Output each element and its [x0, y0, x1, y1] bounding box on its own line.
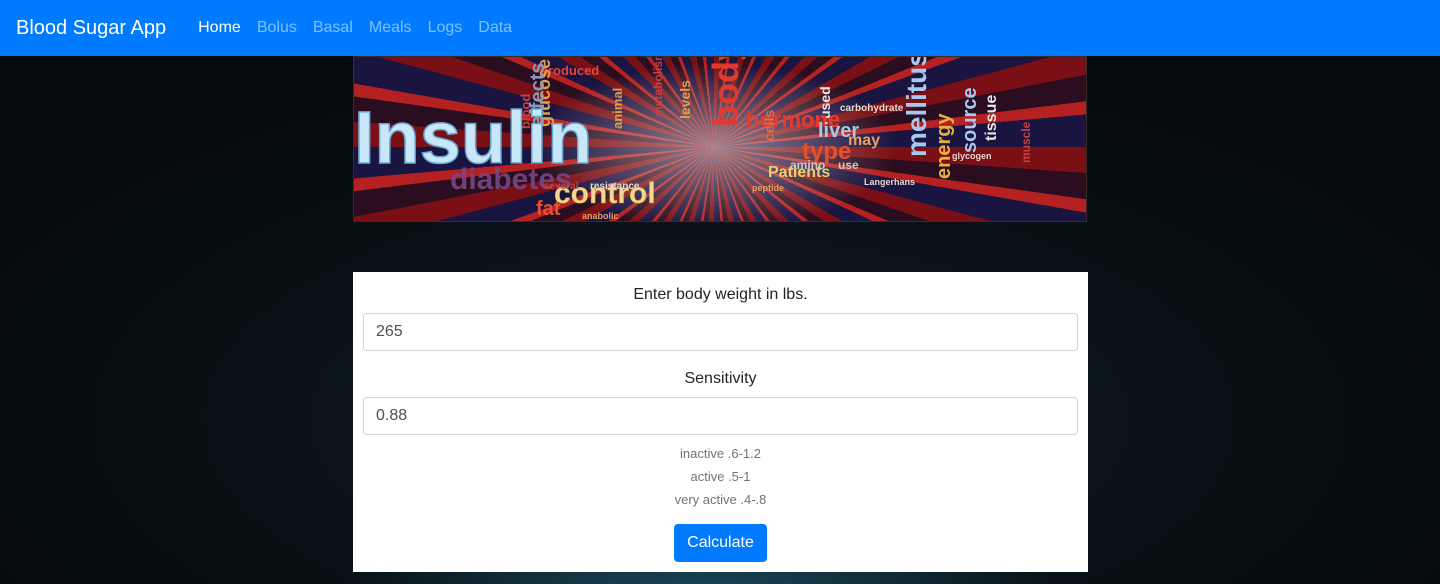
- word-several: several: [544, 181, 579, 192]
- word-glycogen: glycogen: [952, 151, 992, 161]
- nav-link-logs[interactable]: Logs: [420, 19, 471, 37]
- navbar: Blood Sugar App Home Bolus Basal Meals L…: [0, 0, 1440, 56]
- word-levels: levels: [677, 80, 693, 119]
- nav-links: Home Bolus Basal Meals Logs Data: [190, 19, 520, 37]
- calculate-button[interactable]: Calculate: [674, 524, 767, 562]
- word-fat: fat: [536, 198, 561, 220]
- word-resistance: resistance: [590, 181, 640, 192]
- word-metabolism: metabolism: [651, 57, 665, 117]
- hint-very-active: very active .4-.8: [674, 492, 767, 507]
- sensitivity-input[interactable]: [363, 397, 1078, 435]
- word-may: may: [848, 132, 880, 149]
- word-animal: animal: [610, 88, 625, 129]
- brand-logo-text[interactable]: Blood Sugar App: [16, 17, 166, 40]
- word-body: body: [705, 57, 746, 127]
- word-source: source: [959, 87, 981, 153]
- nav-link-meals[interactable]: Meals: [361, 19, 420, 37]
- insulin-word-cloud-banner: produced glucose blood effects animal me…: [353, 56, 1087, 222]
- word-energy: energy: [933, 113, 955, 179]
- word-muscle: muscle: [1019, 121, 1033, 163]
- word-peptide: peptide: [752, 183, 784, 193]
- calculator-form: Enter body weight in lbs. Sensitivity in…: [353, 272, 1088, 572]
- nav-link-bolus[interactable]: Bolus: [249, 19, 305, 37]
- sensitivity-label: Sensitivity: [684, 370, 757, 387]
- nav-link-home[interactable]: Home: [190, 19, 249, 37]
- word-langerhans: Langerhans: [864, 177, 915, 187]
- body-weight-input[interactable]: [363, 313, 1078, 351]
- sensitivity-hints: inactive .6-1.2 active .5-1 very active …: [363, 442, 1078, 511]
- word-patients: Patients: [768, 164, 830, 181]
- hint-inactive: inactive .6-1.2: [680, 446, 761, 461]
- body-weight-label: Enter body weight in lbs.: [633, 286, 808, 303]
- nav-link-data[interactable]: Data: [470, 19, 520, 37]
- word-tissue: tissue: [983, 95, 1000, 141]
- hint-active: active .5-1: [690, 469, 751, 484]
- word-use: use: [838, 158, 859, 172]
- nav-link-basal[interactable]: Basal: [305, 19, 361, 37]
- word-anabolic: anabolic: [582, 211, 619, 221]
- word-cells: cells: [761, 110, 777, 141]
- word-mellitus: mellitus: [901, 57, 932, 157]
- word-carbohydrate: carbohydrate: [840, 103, 904, 114]
- word-cloud-image: produced glucose blood effects animal me…: [354, 57, 1033, 221]
